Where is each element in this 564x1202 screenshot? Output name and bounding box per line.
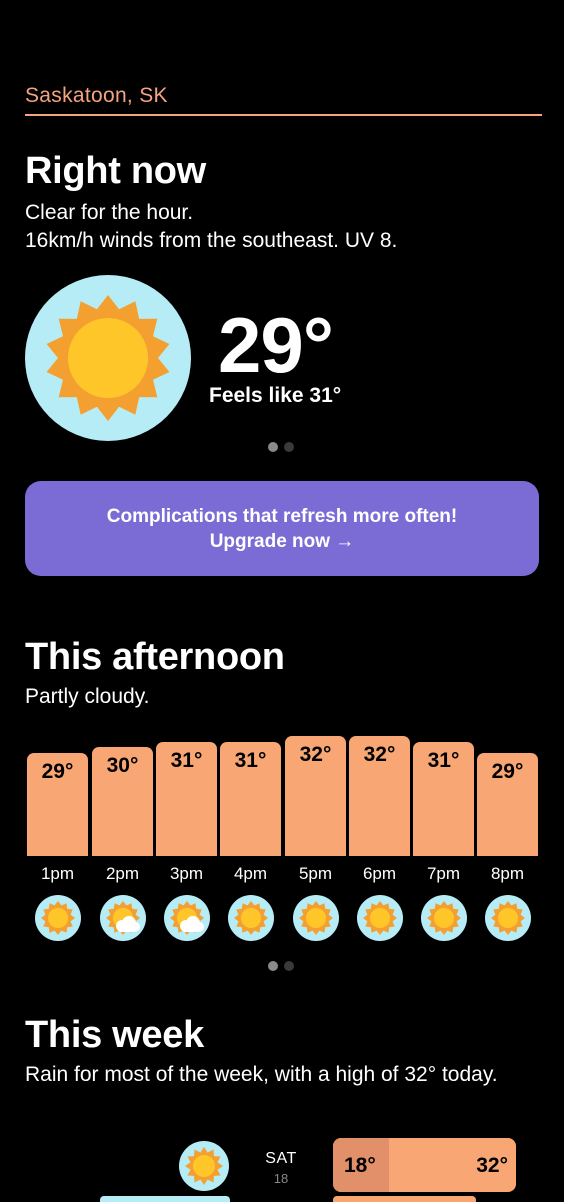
page-dot-2[interactable] — [284, 961, 294, 971]
location-divider — [25, 114, 542, 116]
hour-weather-icon — [164, 895, 210, 941]
day-high-temp: 32° — [476, 1154, 508, 1177]
hour-time-label: 2pm — [105, 864, 140, 883]
hour-time-label: 6pm — [362, 864, 397, 883]
page-dot-2[interactable] — [284, 442, 294, 452]
hour-temp-label: 31° — [170, 749, 203, 772]
hour-time-label: 3pm — [169, 864, 204, 883]
partly-cloudy-icon — [106, 901, 140, 935]
day-low-temp: 18° — [344, 1154, 376, 1177]
current-weather-icon — [25, 275, 191, 441]
afternoon-heading: This afternoon — [25, 636, 285, 678]
hour-temp-bar: 29° — [477, 753, 538, 856]
page-dot-1[interactable] — [268, 442, 278, 452]
promo-upgrade-link[interactable]: Upgrade now → — [210, 529, 355, 554]
afternoon-summary: Partly cloudy. — [25, 685, 150, 708]
next-day-icon-edge — [100, 1196, 230, 1202]
sun-icon — [234, 901, 268, 935]
hour-weather-icon — [485, 895, 531, 941]
hour-temp-bar: 31° — [220, 742, 281, 856]
partly-cloudy-icon — [170, 901, 204, 935]
hour-weather-icon — [421, 895, 467, 941]
hour-temp-bar: 30° — [92, 747, 153, 856]
sun-icon — [299, 901, 333, 935]
sun-icon — [185, 1147, 223, 1185]
day-name: SAT — [265, 1150, 297, 1167]
week-heading: This week — [25, 1014, 204, 1056]
right-now-heading: Right now — [25, 150, 206, 192]
hour-weather-icon — [357, 895, 403, 941]
location-label[interactable]: Saskatoon, SK — [25, 84, 168, 108]
hour-time-label: 8pm — [490, 864, 525, 883]
hour-temp-bar: 32° — [285, 736, 346, 856]
hour-temp-label: 31° — [427, 749, 460, 772]
hour-temp-bar: 31° — [413, 742, 474, 856]
right-now-line-1: Clear for the hour. — [25, 201, 194, 224]
hour-temp-bar: 29° — [27, 753, 88, 856]
hour-temp-label: 31° — [234, 749, 267, 772]
sun-icon — [491, 901, 525, 935]
hour-temp-bar: 32° — [349, 736, 410, 856]
next-day-bar-edge — [333, 1196, 476, 1202]
hour-temp-label: 32° — [299, 743, 332, 766]
temperature-range-bar: 18° 32° — [333, 1138, 516, 1192]
right-now-line-2: 16km/h winds from the southeast. UV 8. — [25, 229, 398, 252]
hour-temp-label: 30° — [106, 754, 139, 777]
day-date: 18 — [273, 1171, 289, 1186]
week-day-icon — [179, 1141, 229, 1191]
hour-weather-icon — [228, 895, 274, 941]
hour-weather-icon — [35, 895, 81, 941]
sun-icon — [363, 901, 397, 935]
hour-temp-label: 29° — [491, 760, 524, 783]
sun-icon — [41, 901, 75, 935]
current-temperature: 29° — [218, 301, 334, 389]
hour-temp-bar: 31° — [156, 742, 217, 856]
hour-time-label: 7pm — [426, 864, 461, 883]
hour-temp-label: 32° — [363, 743, 396, 766]
week-summary: Rain for most of the week, with a high o… — [25, 1063, 498, 1086]
sun-icon — [46, 295, 170, 421]
hour-time-label: 4pm — [233, 864, 268, 883]
afternoon-page-dots[interactable] — [268, 961, 294, 971]
feels-like-label: Feels like 31° — [209, 384, 342, 407]
hour-temp-label: 29° — [41, 760, 74, 783]
upgrade-promo-button[interactable]: Complications that refresh more often! U… — [25, 481, 539, 576]
sun-icon — [427, 901, 461, 935]
hour-weather-icon — [100, 895, 146, 941]
right-now-page-dots[interactable] — [268, 442, 294, 452]
hour-weather-icon — [293, 895, 339, 941]
hour-time-label: 5pm — [298, 864, 333, 883]
promo-line-1: Complications that refresh more often! — [106, 505, 458, 527]
hour-time-label: 1pm — [40, 864, 75, 883]
page-dot-1[interactable] — [268, 961, 278, 971]
